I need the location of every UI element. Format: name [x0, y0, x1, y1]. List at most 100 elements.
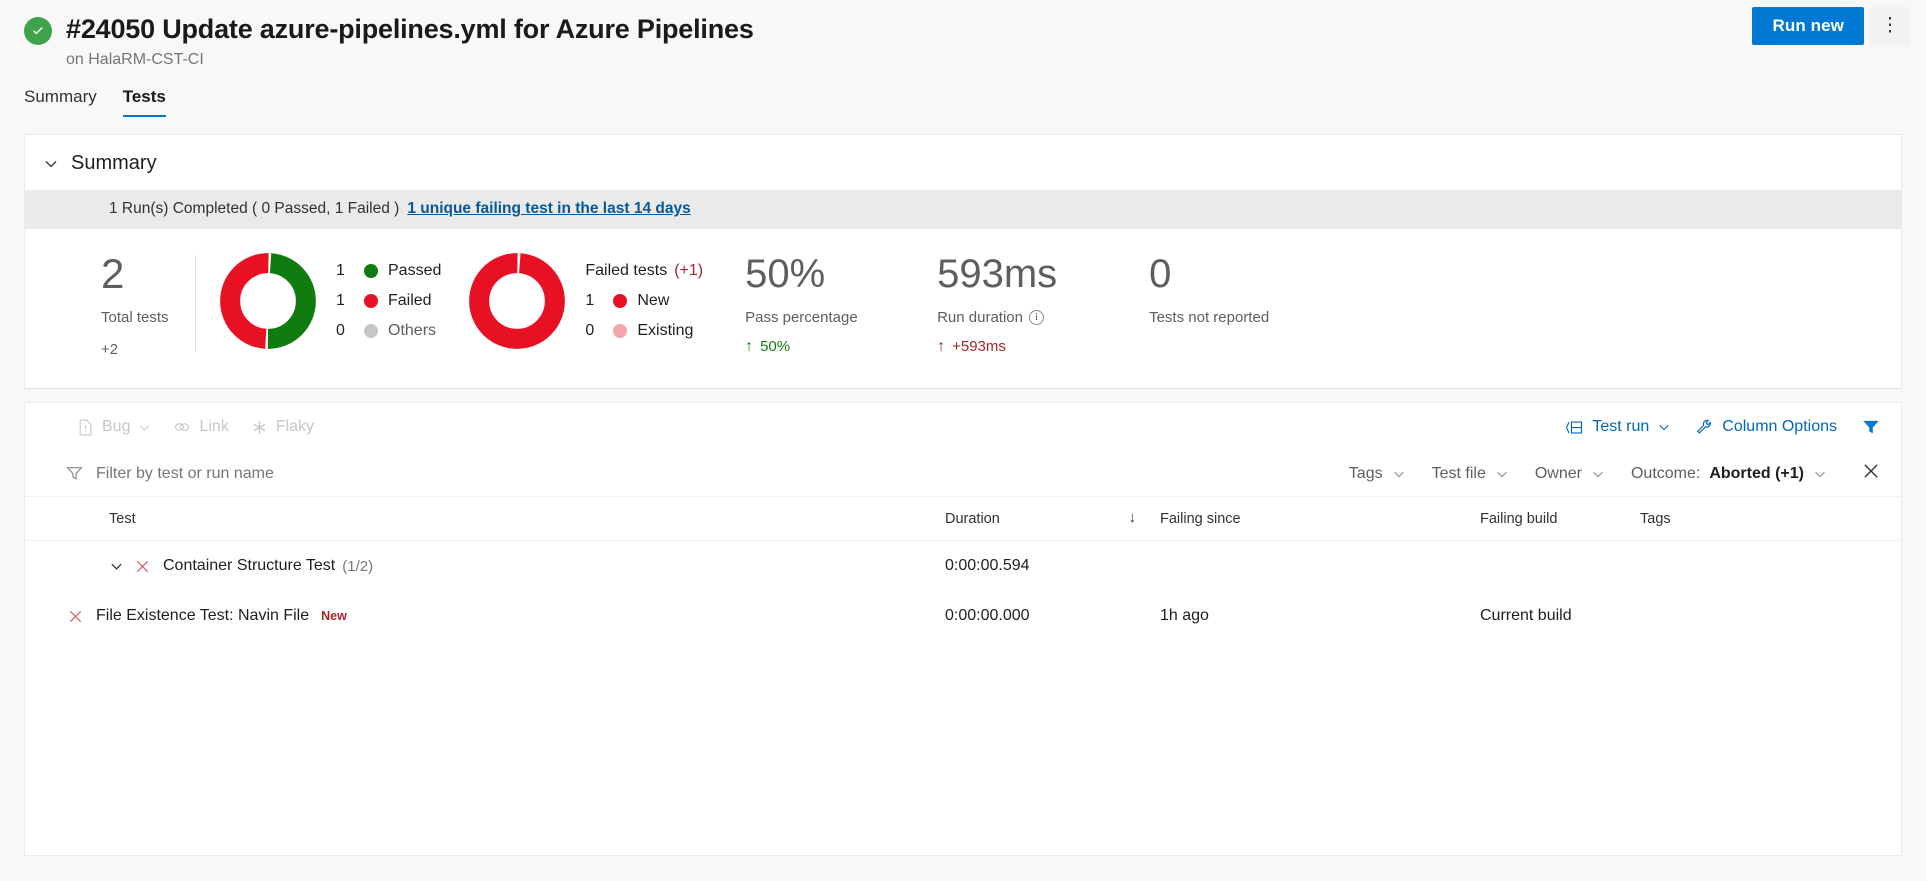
failing-tests-link[interactable]: 1 unique failing test in the last 14 day…	[407, 200, 690, 217]
legend-item: 0 Others	[336, 316, 441, 346]
filter-tags-dropdown[interactable]: Tags	[1349, 465, 1406, 483]
summary-metrics: 2 Total tests +2 1 Passed 1	[25, 229, 1901, 388]
column-header-tags[interactable]: Tags	[1640, 497, 1901, 541]
outcome-donut-chart	[218, 251, 318, 351]
legend-item: 1 Passed	[336, 256, 441, 286]
run-new-button[interactable]: Run new	[1752, 7, 1864, 45]
group-row-test-cell: Container Structure Test (1/2)	[25, 541, 945, 592]
column-header-failing-build[interactable]: Failing build	[1480, 497, 1640, 541]
chevron-down-icon	[138, 421, 151, 434]
filter-test-file-label: Test file	[1432, 465, 1486, 483]
group-row-failing-build	[1480, 541, 1640, 592]
asterisk-icon	[251, 419, 268, 436]
chevron-down-icon	[1657, 420, 1671, 434]
chevron-down-icon	[1813, 467, 1827, 481]
legend-label: Existing	[637, 322, 693, 340]
link-label: Link	[199, 418, 228, 436]
failed-donut-chart	[467, 251, 567, 351]
arrow-up-icon: ↑	[937, 339, 945, 354]
build-title: #24050 Update azure-pipelines.yml for Az…	[66, 12, 754, 46]
more-options-button[interactable]: ⋮	[1870, 7, 1910, 45]
funnel-icon	[65, 464, 84, 483]
existing-dot-icon	[613, 324, 627, 338]
tab-tests[interactable]: Tests	[123, 86, 166, 117]
passed-dot-icon	[364, 264, 378, 278]
status-badge: New	[321, 609, 347, 623]
group-row-count: (1/2)	[342, 558, 373, 575]
filter-toggle-button[interactable]	[1861, 417, 1881, 437]
run-status-text: 1 Run(s) Completed ( 0 Passed, 1 Failed …	[109, 200, 399, 217]
info-icon[interactable]: i	[1029, 310, 1044, 325]
filter-outcome-label: Outcome:	[1631, 465, 1700, 483]
search-input[interactable]: Filter by test or run name	[65, 464, 274, 483]
group-row-tags	[1640, 541, 1901, 592]
legend-item: 1 Failed	[336, 286, 441, 316]
chevron-down-icon[interactable]	[109, 559, 124, 574]
legend-count: 0	[585, 322, 603, 340]
filter-outcome-dropdown[interactable]: Outcome: Aborted (+1)	[1631, 465, 1827, 483]
link-button[interactable]: Link	[173, 418, 228, 436]
table-row[interactable]: File Existence Test: Navin File New 0:00…	[25, 591, 1901, 641]
test-row-failing-build: Current build	[1480, 591, 1640, 641]
pass-percentage-label: Pass percentage	[745, 309, 895, 326]
legend-item: 1 New	[585, 286, 703, 316]
column-header-failing-since[interactable]: Failing since	[1160, 497, 1480, 541]
new-dot-icon	[613, 294, 627, 308]
column-header-duration-label: Duration	[945, 511, 1000, 527]
test-results-card: Bug Link Flaky	[24, 402, 1902, 856]
tests-not-reported-label: Tests not reported	[1149, 309, 1319, 326]
run-duration-metric: 593ms Run duration i ↑ +593ms	[937, 251, 1107, 355]
column-header-test[interactable]: Test	[25, 497, 945, 541]
failed-dot-icon	[364, 294, 378, 308]
summary-title: Summary	[71, 152, 157, 175]
tab-summary[interactable]: Summary	[24, 86, 97, 117]
total-tests-value: 2	[101, 251, 195, 297]
header-title-row: #24050 Update azure-pipelines.yml for Az…	[0, 12, 1926, 46]
table-body: Container Structure Test (1/2) 0:00:00.5…	[25, 541, 1901, 642]
test-run-button[interactable]: Test run	[1565, 418, 1671, 436]
filter-test-file-dropdown[interactable]: Test file	[1432, 465, 1509, 483]
run-duration-value: 593ms	[937, 251, 1107, 297]
bug-file-icon	[77, 419, 94, 436]
bug-button[interactable]: Bug	[77, 418, 151, 436]
run-status-banner: 1 Run(s) Completed ( 0 Passed, 1 Failed …	[25, 190, 1901, 229]
legend-count: 0	[336, 322, 354, 340]
summary-card: Summary 1 Run(s) Completed ( 0 Passed, 1…	[24, 134, 1902, 389]
chevron-down-icon	[1392, 467, 1406, 481]
total-tests-label: Total tests	[101, 309, 195, 326]
filter-owner-dropdown[interactable]: Owner	[1535, 465, 1605, 483]
legend-item: 0 Existing	[585, 316, 703, 346]
run-duration-label: Run duration i	[937, 309, 1107, 326]
group-row-content: Container Structure Test (1/2)	[109, 557, 945, 575]
chevron-down-icon	[1591, 467, 1605, 481]
filter-tags-label: Tags	[1349, 465, 1383, 483]
flaky-label: Flaky	[276, 418, 314, 436]
pass-percentage-value: 50%	[745, 251, 895, 297]
table-row[interactable]: Container Structure Test (1/2) 0:00:00.5…	[25, 541, 1901, 592]
flaky-button[interactable]: Flaky	[251, 418, 314, 436]
test-row-content: File Existence Test: Navin File New	[67, 607, 945, 625]
clear-filters-button[interactable]	[1853, 461, 1881, 486]
page-title: #24050 Update azure-pipelines.yml for Az…	[66, 12, 754, 46]
outcome-donut-group: 1 Passed 1 Failed 0 Others	[218, 251, 441, 351]
build-subtitle: on HalaRM-CST-CI	[66, 51, 1926, 69]
column-header-duration[interactable]: Duration ↓	[945, 497, 1160, 541]
filter-owner-label: Owner	[1535, 465, 1582, 483]
link-icon	[173, 418, 191, 436]
run-duration-trend: ↑ +593ms	[937, 338, 1107, 355]
bug-label: Bug	[102, 418, 130, 436]
legend-count: 1	[585, 292, 603, 310]
summary-collapse-toggle[interactable]: Summary	[25, 135, 1901, 190]
header-actions: Run new ⋮	[1752, 7, 1910, 45]
group-row-duration: 0:00:00.594	[945, 541, 1160, 592]
column-options-button[interactable]: Column Options	[1695, 418, 1837, 437]
results-toolbar: Bug Link Flaky	[25, 403, 1901, 451]
wrench-icon	[1695, 418, 1714, 437]
chevron-down-icon	[1495, 467, 1509, 481]
check-circle-icon	[24, 17, 52, 45]
toolbar-right-group: Test run Column Options	[1565, 417, 1881, 437]
table-header-row: Test Duration ↓ Failing since Failing bu…	[25, 497, 1901, 541]
test-row-tags	[1640, 591, 1901, 641]
x-icon	[134, 558, 151, 575]
test-run-label: Test run	[1592, 418, 1649, 436]
